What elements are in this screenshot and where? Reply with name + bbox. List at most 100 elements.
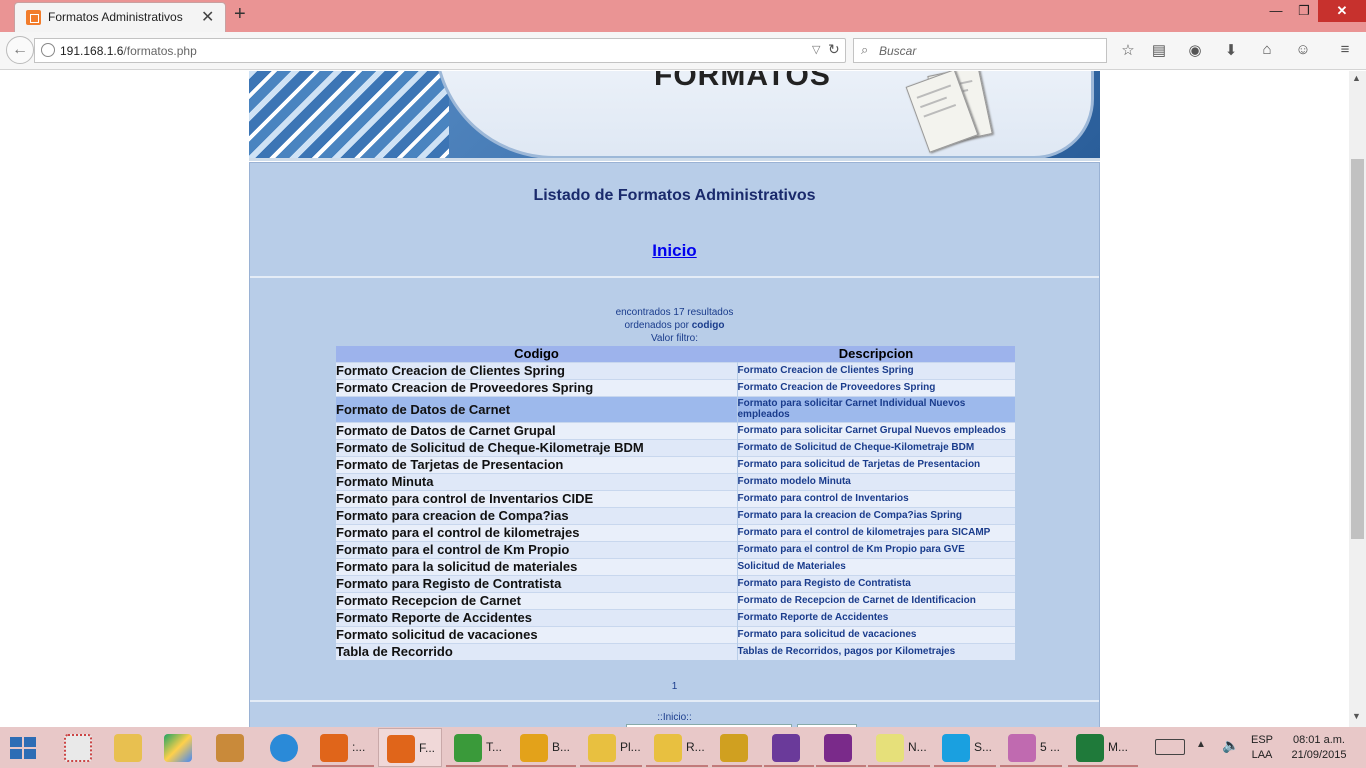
clock[interactable]: 08:01 a.m. 21/09/2015 xyxy=(1284,733,1354,763)
cell-codigo[interactable]: Formato Creacion de Clientes Spring xyxy=(336,361,738,379)
cell-codigo[interactable]: Formato para Registo de Contratista xyxy=(336,574,738,592)
table-row[interactable]: Formato Recepcion de Carnet Formato de Re… xyxy=(336,591,1015,609)
taskbar-item[interactable]: Pl... xyxy=(580,728,642,767)
sort-info: ordenados por codigo xyxy=(250,320,1099,331)
table-row[interactable]: Formato para creacion de Compa?ias Format… xyxy=(336,506,1015,524)
table-row[interactable]: Formato para el control de kilometrajes F… xyxy=(336,523,1015,541)
history-dropdown-icon[interactable]: ▽ xyxy=(812,43,820,56)
taskbar-item[interactable]: :... xyxy=(312,728,374,767)
cell-codigo[interactable]: Formato para control de Inventarios CIDE xyxy=(336,489,738,507)
puzzle-icon xyxy=(216,734,244,762)
cell-codigo[interactable]: Formato para la solicitud de materiales xyxy=(336,557,738,575)
table-row[interactable]: Formato Creacion de Proveedores Spring Fo… xyxy=(336,378,1015,396)
column-header-codigo[interactable]: Codigo xyxy=(336,346,737,362)
cell-codigo[interactable]: Formato de Datos de Carnet xyxy=(336,395,738,422)
home-link[interactable]: Inicio xyxy=(250,241,1099,261)
cell-codigo[interactable]: Formato para el control de kilometrajes xyxy=(336,523,738,541)
hello-chat-icon[interactable]: ☺ xyxy=(1292,41,1314,58)
taskbar-item[interactable]: F... xyxy=(378,728,442,767)
downloads-icon[interactable]: ⬇ xyxy=(1220,41,1242,59)
taskbar-item[interactable]: T... xyxy=(446,728,508,767)
start-button[interactable] xyxy=(10,737,38,759)
volume-icon[interactable]: 🔈 xyxy=(1222,737,1239,754)
taskbar-item[interactable]: M... xyxy=(1068,728,1138,767)
menu-icon[interactable]: ≡ xyxy=(1334,41,1356,58)
mail-icon xyxy=(654,734,682,762)
cell-codigo[interactable]: Formato Recepcion de Carnet xyxy=(336,591,738,609)
table-row[interactable]: Formato para la solicitud de materiales S… xyxy=(336,557,1015,575)
taskbar-item[interactable] xyxy=(816,728,866,767)
reading-list-icon[interactable]: ▤ xyxy=(1148,41,1170,59)
scroll-up-icon[interactable]: ▲ xyxy=(1352,73,1361,83)
back-icon[interactable]: ← xyxy=(6,36,34,64)
filter-info: Valor filtro: xyxy=(650,333,699,344)
close-tab-icon[interactable]: ✕ xyxy=(201,7,214,27)
table-row[interactable]: Formato de Solicitud de Cheque-Kilometra… xyxy=(336,438,1015,456)
close-window-icon[interactable]: ✕ xyxy=(1318,0,1366,22)
cell-codigo[interactable]: Formato para el control de Km Propio xyxy=(336,540,738,558)
onenote-icon xyxy=(824,734,852,762)
taskbar-item[interactable]: R... xyxy=(646,728,708,767)
cell-codigo[interactable]: Formato de Tarjetas de Presentacion xyxy=(336,455,738,473)
input-language[interactable]: ESP LAA xyxy=(1248,733,1276,763)
keyboard-icon[interactable] xyxy=(1155,739,1185,755)
vertical-scrollbar[interactable]: ▲ ▼ xyxy=(1349,71,1366,727)
google-drive-button[interactable] xyxy=(156,728,200,767)
cell-codigo[interactable]: Formato Creacion de Proveedores Spring xyxy=(336,378,738,396)
reload-icon[interactable]: ↻ xyxy=(828,41,840,58)
taskbar-item[interactable]: S... xyxy=(934,728,996,767)
table-row[interactable]: Formato para Registo de Contratista Forma… xyxy=(336,574,1015,592)
mail-icon xyxy=(588,734,616,762)
excel-icon xyxy=(1076,734,1104,762)
taskbar-item[interactable]: 5 ... xyxy=(1000,728,1062,767)
show-hidden-icons-icon[interactable]: ▲ xyxy=(1196,739,1206,750)
taskbar-item[interactable]: B... xyxy=(512,728,576,767)
bookmark-star-icon[interactable]: ☆ xyxy=(1117,41,1139,59)
browser-tab[interactable]: Formatos Administrativos ✕ xyxy=(14,2,226,32)
cell-codigo[interactable]: Formato Minuta xyxy=(336,472,738,490)
table-row[interactable]: Formato Reporte de Accidentes Formato Rep… xyxy=(336,608,1015,626)
taskbar-item[interactable] xyxy=(712,728,762,767)
scroll-down-icon[interactable]: ▼ xyxy=(1352,711,1361,721)
table-row[interactable]: Formato de Datos de Carnet Grupal Formato… xyxy=(336,421,1015,439)
table-row[interactable]: Formato para control de Inventarios CIDE… xyxy=(336,489,1015,507)
table-row[interactable]: Formato de Tarjetas de Presentacion Forma… xyxy=(336,455,1015,473)
table-row[interactable]: Formato solicitud de vacaciones Formato p… xyxy=(336,625,1015,643)
table-row[interactable]: Formato de Datos de Carnet Formato para s… xyxy=(336,395,1015,422)
cell-codigo[interactable]: Formato de Datos de Carnet Grupal xyxy=(336,421,738,439)
home-icon[interactable]: ⌂ xyxy=(1256,41,1278,58)
minimize-window-icon[interactable]: — xyxy=(1262,0,1290,22)
results-count: encontrados 17 resultados xyxy=(615,307,734,318)
internet-explorer-button[interactable] xyxy=(262,728,306,767)
pocket-icon[interactable]: ◉ xyxy=(1184,41,1206,59)
column-header-descripcion[interactable]: Descripcion xyxy=(737,346,1015,362)
divider xyxy=(250,276,1099,278)
table-row[interactable]: Formato Minuta Formato modelo Minuta xyxy=(336,472,1015,490)
search-input[interactable]: ⌕ Buscar xyxy=(853,38,1107,63)
scrollbar-thumb[interactable] xyxy=(1351,159,1364,539)
footer-home-link[interactable]: ::Inicio:: xyxy=(250,712,1099,723)
url-text[interactable]: 191.168.1.6/formatos.php xyxy=(60,44,197,58)
new-tab-icon[interactable]: + xyxy=(234,3,246,26)
main-content: Listado de Formatos Administrativos Inic… xyxy=(249,162,1100,727)
table-row[interactable]: Formato para el control de Km Propio Form… xyxy=(336,540,1015,558)
cell-descripcion: Formato Creacion de Clientes Spring xyxy=(737,361,1015,379)
cell-codigo[interactable]: Formato para creacion de Compa?ias xyxy=(336,506,738,524)
table-row[interactable]: Tabla de Recorrido Tablas de Recorridos, … xyxy=(336,642,1015,660)
taskbar-item-label: S... xyxy=(974,740,993,754)
maximize-window-icon[interactable]: ❐ xyxy=(1290,0,1318,22)
table-row[interactable]: Formato Creacion de Clientes Spring Forma… xyxy=(336,361,1015,379)
address-bar[interactable]: 191.168.1.6/formatos.php ▽ ↻ xyxy=(34,38,846,63)
file-explorer-button[interactable] xyxy=(106,728,150,767)
nav-bar: ← 191.168.1.6/formatos.php ▽ ↻ ⌕ Buscar … xyxy=(0,32,1366,70)
sticky-notes-icon xyxy=(876,734,904,762)
taskbar-item[interactable]: N... xyxy=(868,728,930,767)
app-button[interactable] xyxy=(208,728,252,767)
cell-codigo[interactable]: Formato de Solicitud de Cheque-Kilometra… xyxy=(336,438,738,456)
pagination-page[interactable]: 1 xyxy=(250,681,1099,692)
cell-codigo[interactable]: Tabla de Recorrido xyxy=(336,642,738,660)
cell-codigo[interactable]: Formato solicitud de vacaciones xyxy=(336,625,738,643)
cell-codigo[interactable]: Formato Reporte de Accidentes xyxy=(336,608,738,626)
apps-grid-button[interactable] xyxy=(56,728,96,767)
taskbar-item[interactable] xyxy=(764,728,814,767)
